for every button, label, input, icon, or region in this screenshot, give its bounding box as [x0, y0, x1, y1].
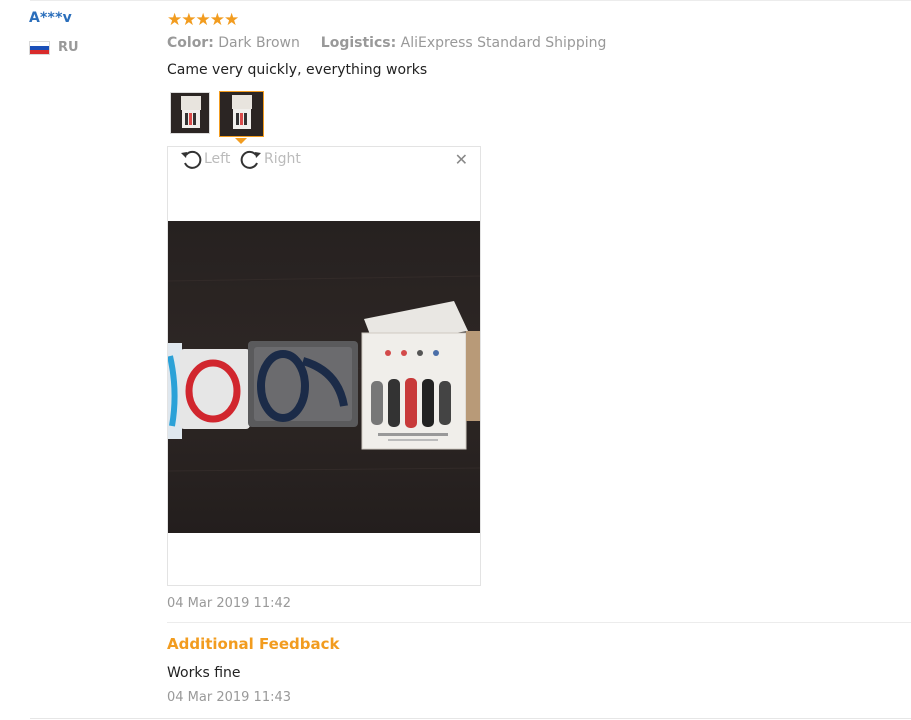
order-attributes: Color: Dark Brown Logistics: AliExpress … — [167, 35, 606, 51]
review-photo — [168, 221, 480, 533]
additional-feedback-title: Additional Feedback — [167, 635, 340, 653]
attribute-logistics-value: AliExpress Standard Shipping — [400, 35, 607, 51]
review-text: Came very quickly, everything works — [167, 62, 428, 78]
rotate-right-button[interactable]: Right — [240, 149, 301, 169]
rotate-right-icon — [240, 150, 261, 169]
russia-flag-icon — [29, 40, 50, 55]
close-icon[interactable]: ✕ — [455, 152, 468, 168]
attribute-color-value: Dark Brown — [218, 35, 300, 51]
rotate-left-button[interactable]: Left — [180, 149, 230, 169]
attribute-color-key: Color: — [167, 35, 214, 51]
reviewer-country: RU — [29, 40, 79, 55]
country-code: RU — [58, 40, 79, 55]
rotate-left-icon — [181, 150, 202, 169]
bottom-divider — [30, 718, 911, 719]
review-image-thumbnail-1[interactable] — [170, 92, 210, 134]
rotate-right-label: Right — [264, 151, 301, 167]
additional-feedback-text: Works fine — [167, 665, 241, 681]
flag-stripe-red — [30, 49, 49, 54]
rotate-left-label: Left — [204, 151, 231, 167]
feedback-divider — [167, 622, 911, 623]
star-rating: ★★★★★ — [167, 10, 239, 30]
top-divider — [30, 0, 911, 1]
image-viewer: Left Right ✕ — [167, 146, 481, 586]
selected-thumbnail-caret — [235, 138, 247, 144]
review-date: 04 Mar 2019 11:42 — [167, 596, 292, 611]
additional-feedback-date: 04 Mar 2019 11:43 — [167, 690, 292, 705]
attribute-logistics-key: Logistics: — [320, 35, 397, 51]
reviewer-name: A***v — [29, 10, 72, 26]
review-entry: A***v RU ★★★★★ Color: Dark Brown Logisti… — [0, 0, 911, 720]
review-image-thumbnail-2[interactable] — [219, 91, 264, 137]
